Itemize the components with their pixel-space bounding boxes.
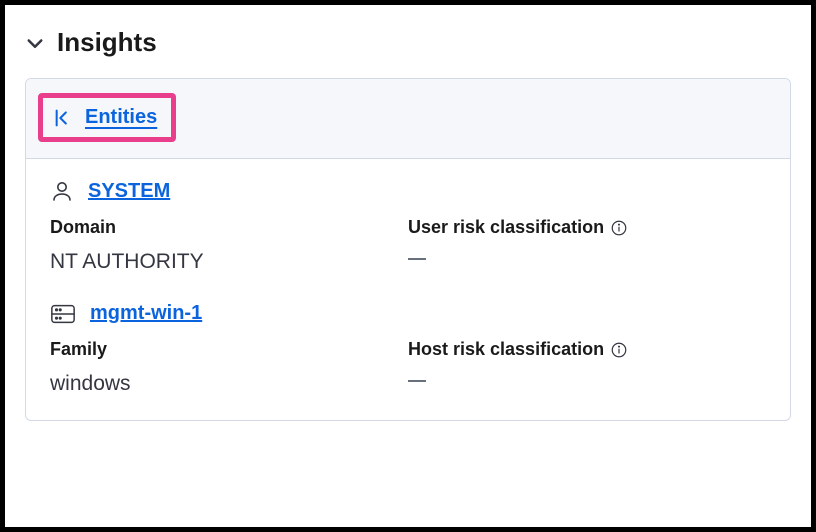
host-family-field: Family windows (50, 339, 408, 396)
user-risk-value (408, 258, 426, 260)
info-icon[interactable] (610, 219, 628, 237)
host-name-link[interactable]: mgmt-win-1 (90, 302, 202, 325)
user-domain-label: Domain (50, 217, 408, 238)
section-header: Insights (25, 27, 791, 58)
user-risk-label: User risk classification (408, 217, 766, 238)
collapse-left-icon[interactable] (53, 107, 75, 129)
host-family-value: windows (50, 372, 408, 396)
host-risk-value (408, 380, 426, 382)
chevron-down-icon[interactable] (25, 33, 45, 53)
user-name-link[interactable]: SYSTEM (88, 180, 170, 203)
user-domain-field: Domain NT AUTHORITY (50, 217, 408, 274)
info-icon[interactable] (610, 341, 628, 359)
user-risk-label-text: User risk classification (408, 217, 604, 238)
user-entity: SYSTEM Domain NT AUTHORITY User risk cla… (50, 179, 766, 274)
panel-body: SYSTEM Domain NT AUTHORITY User risk cla… (26, 159, 790, 420)
host-entity: mgmt-win-1 Family windows Host risk clas… (50, 302, 766, 396)
user-domain-value: NT AUTHORITY (50, 250, 408, 274)
host-risk-label-text: Host risk classification (408, 339, 604, 360)
host-risk-field: Host risk classification (408, 339, 766, 396)
user-risk-field: User risk classification (408, 217, 766, 274)
entities-highlight: Entities (38, 93, 176, 142)
storage-icon (50, 303, 76, 325)
host-fields: Family windows Host risk classification (50, 339, 766, 396)
host-risk-label: Host risk classification (408, 339, 766, 360)
host-family-label: Family (50, 339, 408, 360)
entities-link[interactable]: Entities (85, 106, 157, 129)
user-icon (50, 179, 74, 203)
insights-panel: Entities SYSTEM Domain NT AUTHORITY (25, 78, 791, 421)
host-entity-title: mgmt-win-1 (50, 302, 766, 325)
panel-header: Entities (26, 79, 790, 159)
section-title: Insights (57, 27, 157, 58)
user-entity-title: SYSTEM (50, 179, 766, 203)
user-fields: Domain NT AUTHORITY User risk classifica… (50, 217, 766, 274)
